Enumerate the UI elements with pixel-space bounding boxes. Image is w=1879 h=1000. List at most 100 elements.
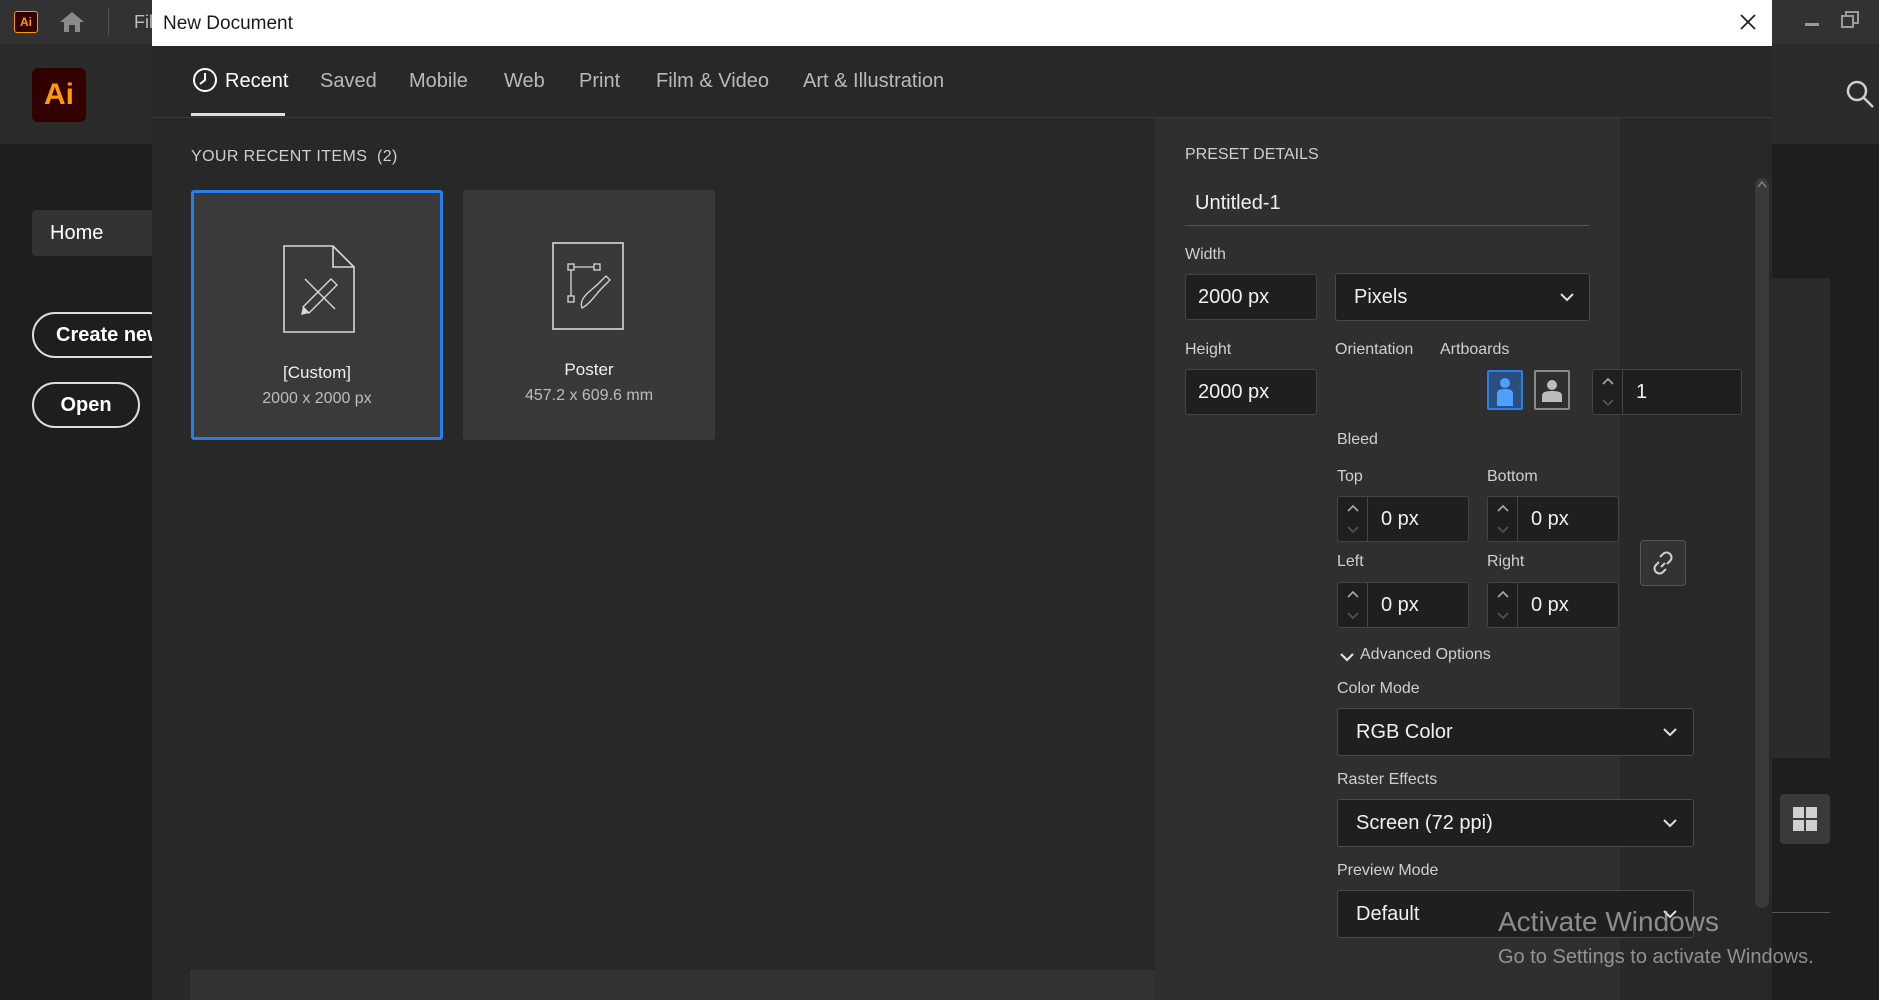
orientation-label: Orientation <box>1335 341 1414 358</box>
scroll-up-icon[interactable] <box>1757 180 1767 188</box>
chevron-up-icon[interactable] <box>1496 503 1510 513</box>
link-bleed-button[interactable] <box>1640 540 1686 586</box>
stepper-arrows <box>1338 497 1368 541</box>
search-icon[interactable] <box>1844 78 1876 110</box>
bleed-left-value: 0 px <box>1381 594 1419 616</box>
category-tabs: Recent Saved Mobile Web Print Film & Vid… <box>152 46 1772 118</box>
stepper-arrows <box>1338 583 1368 627</box>
recent-items-heading: YOUR RECENT ITEMS (2) <box>191 148 398 166</box>
recent-item-poster[interactable]: Poster 457.2 x 609.6 mm <box>463 190 715 440</box>
close-icon[interactable] <box>1736 10 1760 34</box>
bleed-left-label: Left <box>1337 553 1364 570</box>
create-new-button[interactable]: Create new <box>32 312 172 358</box>
recent-item-name: Poster <box>564 360 614 379</box>
titlebar-separator <box>108 8 109 36</box>
chevron-up-icon[interactable] <box>1496 589 1510 599</box>
bleed-bottom-label: Bottom <box>1487 468 1538 485</box>
tab-mobile[interactable]: Mobile <box>409 70 468 93</box>
app-divider <box>1770 912 1830 913</box>
open-button[interactable]: Open <box>32 382 140 428</box>
portrait-orientation-button[interactable] <box>1487 370 1523 410</box>
recent-item-size: 457.2 x 609.6 mm <box>524 387 654 404</box>
activate-windows-title: Activate Windows <box>1498 906 1719 937</box>
raster-effects-value: Screen (72 ppi) <box>1356 812 1493 834</box>
dialog-title: New Document <box>163 13 293 34</box>
color-mode-value: RGB Color <box>1356 721 1453 743</box>
tab-art-illustration[interactable]: Art & Illustration <box>803 70 944 93</box>
bleed-bottom-value: 0 px <box>1531 508 1569 530</box>
raster-effects-label: Raster Effects <box>1337 771 1438 788</box>
units-select[interactable]: Pixels <box>1335 273 1590 321</box>
chevron-down-icon <box>1560 293 1574 302</box>
bleed-bottom-stepper[interactable]: 0 px <box>1487 496 1619 542</box>
recent-item-size: 2000 x 2000 px <box>262 390 372 407</box>
stepper-arrows <box>1593 370 1623 414</box>
landscape-orientation-button[interactable] <box>1534 370 1570 410</box>
bleed-left-stepper[interactable]: 0 px <box>1337 582 1469 628</box>
units-value: Pixels <box>1354 286 1408 308</box>
artboards-stepper[interactable]: 1 <box>1592 369 1742 415</box>
recent-item-custom[interactable]: [Custom] 2000 x 2000 px <box>191 190 443 440</box>
chevron-down-icon[interactable] <box>1496 611 1510 621</box>
bleed-top-stepper[interactable]: 0 px <box>1337 496 1469 542</box>
grid-view-icon[interactable] <box>1780 794 1830 844</box>
advanced-options-toggle[interactable]: Advanced Options <box>1337 646 1537 668</box>
tab-recent[interactable]: Recent <box>225 70 288 93</box>
bleed-top-label: Top <box>1337 468 1363 485</box>
chevron-down-icon <box>1663 728 1677 737</box>
bleed-top-value: 0 px <box>1381 508 1419 530</box>
chevron-down-icon <box>1340 653 1354 662</box>
width-input[interactable]: 2000 px <box>1185 274 1317 320</box>
bleed-right-stepper[interactable]: 0 px <box>1487 582 1619 628</box>
chevron-up-icon[interactable] <box>1346 503 1360 513</box>
chevron-down-icon <box>1663 819 1677 828</box>
sidebar-item-home[interactable]: Home <box>32 210 162 256</box>
file-menu[interactable]: Fil <box>134 12 153 33</box>
width-label: Width <box>1185 246 1226 263</box>
height-label: Height <box>1185 341 1232 358</box>
bleed-right-label: Right <box>1487 553 1525 570</box>
color-mode-select[interactable]: RGB Color <box>1337 708 1694 756</box>
minimize-icon[interactable] <box>1800 8 1824 32</box>
stepper-arrows <box>1488 583 1518 627</box>
document-name-input[interactable]: Untitled-1 <box>1185 182 1589 226</box>
tab-saved[interactable]: Saved <box>320 70 377 93</box>
preset-scrollbar[interactable] <box>1755 178 1769 908</box>
recent-items-title: YOUR RECENT ITEMS <box>191 148 368 165</box>
bleed-right-value: 0 px <box>1531 594 1569 616</box>
tab-film-video[interactable]: Film & Video <box>656 70 769 93</box>
recent-items-count: (2) <box>377 148 398 165</box>
dialog-titlebar: New Document <box>152 0 1772 46</box>
home-icon[interactable] <box>56 10 88 34</box>
chevron-down-icon[interactable] <box>1496 525 1510 535</box>
preset-details-heading: PRESET DETAILS <box>1185 146 1319 163</box>
custom-document-icon <box>283 245 355 333</box>
recent-item-name: [Custom] <box>282 363 352 382</box>
raster-effects-select[interactable]: Screen (72 ppi) <box>1337 799 1694 847</box>
app-logo: Ai <box>32 68 86 122</box>
chevron-down-icon[interactable] <box>1601 398 1615 408</box>
clock-icon <box>192 67 218 93</box>
artboards-label: Artboards <box>1440 341 1510 358</box>
chevron-up-icon[interactable] <box>1601 376 1615 386</box>
template-search-bar <box>190 970 1270 1000</box>
restore-icon[interactable] <box>1838 8 1862 32</box>
artboards-value: 1 <box>1636 381 1648 403</box>
chevron-down-icon[interactable] <box>1346 611 1360 621</box>
stepper-arrows <box>1488 497 1518 541</box>
active-tab-indicator <box>191 113 285 116</box>
preview-mode-label: Preview Mode <box>1337 862 1439 879</box>
height-input[interactable]: 2000 px <box>1185 369 1317 415</box>
color-mode-label: Color Mode <box>1337 680 1420 697</box>
link-icon <box>1653 551 1673 575</box>
chevron-up-icon[interactable] <box>1346 589 1360 599</box>
app-logo-small: Ai <box>14 11 38 33</box>
poster-document-icon <box>552 242 624 330</box>
chevron-down-icon[interactable] <box>1346 525 1360 535</box>
tab-web[interactable]: Web <box>504 70 545 93</box>
activate-windows-subtitle: Go to Settings to activate Windows. <box>1498 946 1814 968</box>
advanced-options-label: Advanced Options <box>1360 646 1491 663</box>
tab-print[interactable]: Print <box>579 70 620 93</box>
app-content-panel <box>1770 278 1830 758</box>
bleed-label: Bleed <box>1337 431 1378 448</box>
